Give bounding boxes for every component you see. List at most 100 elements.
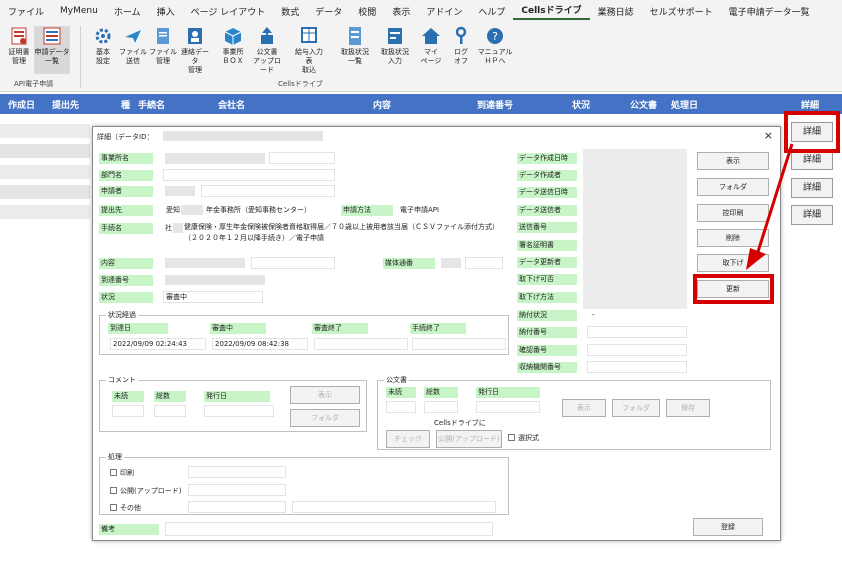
group-label-cells-drive: Cellsドライブ [278, 80, 323, 88]
comment-folder-button[interactable]: フォルダ [290, 409, 360, 427]
comment-show-button[interactable]: 表示 [290, 386, 360, 404]
menu-mymenu[interactable]: MyMenu [52, 6, 106, 16]
comment-group: コメント 未読 総数 発行日 表示 フォルダ [99, 375, 367, 432]
col-status[interactable]: 状況 [572, 98, 590, 111]
submit-to-value: 愛知 [163, 204, 181, 216]
handling-status-list-button[interactable]: 取扱状況 一覧 [340, 26, 370, 66]
col-arrival-no[interactable]: 到達番号 [477, 98, 513, 111]
col-official-doc[interactable]: 公文書 [630, 98, 657, 111]
group-label-api: API電子申請 [14, 80, 54, 88]
menu-bar: ファイル MyMenu ホーム 挿入 ページ レイアウト 数式 データ 校閲 表… [0, 0, 842, 22]
publish-field[interactable] [188, 484, 286, 496]
official-show-button[interactable]: 表示 [562, 399, 606, 417]
basic-settings-button[interactable]: 基本 設定 [88, 26, 118, 66]
menu-addins[interactable]: アドイン [418, 5, 470, 18]
checkbox-icon [110, 487, 117, 494]
menu-cells-drive[interactable]: Cellsドライブ [513, 3, 590, 20]
label-payment-status: 納付状況 [517, 310, 577, 321]
print-field[interactable] [188, 466, 286, 478]
official-save-button[interactable]: 保存 [666, 399, 710, 417]
review-date-value: 2022/09/09 08:42:38 [212, 338, 308, 350]
menu-e-application-list[interactable]: 電子申請データ一覧 [721, 5, 818, 18]
certificate-icon [9, 26, 29, 46]
office-extra-field[interactable] [269, 152, 335, 164]
file-manage-button[interactable]: ファイル 管理 [148, 26, 178, 66]
menu-work-diary[interactable]: 業務日誌 [590, 5, 642, 18]
official-issued-field[interactable] [476, 401, 540, 413]
comment-total-field[interactable] [154, 405, 186, 417]
status-value: 審査中 [163, 291, 263, 303]
logoff-button[interactable]: ログ オフ [446, 26, 476, 66]
manual-hp-button[interactable]: ? マニュアル ＨＰへ [476, 26, 514, 66]
table-row [0, 165, 90, 179]
col-created-date[interactable]: 作成日 [8, 98, 35, 111]
menu-help[interactable]: ヘルプ [470, 5, 513, 18]
file-send-button[interactable]: ファイル 送信 [118, 26, 148, 66]
check-button[interactable]: チェック [386, 430, 430, 448]
publish-upload-button[interactable]: 公開(アップロード) [436, 430, 502, 448]
gear-icon [93, 26, 113, 46]
col-detail[interactable]: 詳細 [801, 98, 819, 111]
menu-cells-support[interactable]: セルズサポート [642, 5, 721, 18]
label-submit-to: 提出先 [99, 205, 153, 216]
official-total-field[interactable] [424, 401, 458, 413]
col-kind[interactable]: 種 [121, 98, 130, 111]
select-checkbox[interactable]: 選択式 [508, 433, 539, 443]
note-field[interactable] [165, 522, 493, 536]
other-field-1[interactable] [188, 501, 286, 513]
review-end-value [314, 338, 408, 350]
menu-home[interactable]: ホーム [106, 5, 149, 18]
col-submit-to[interactable]: 提出先 [52, 98, 79, 111]
menu-insert[interactable]: 挿入 [149, 5, 183, 18]
official-folder-button[interactable]: フォルダ [612, 399, 660, 417]
label-comment-issued: 発行日 [204, 391, 270, 402]
other-field-2[interactable] [292, 501, 496, 513]
col-procedure[interactable]: 手続名 [138, 98, 165, 111]
menu-file[interactable]: ファイル [0, 5, 52, 18]
menu-view[interactable]: 表示 [384, 5, 418, 18]
print-checkbox[interactable]: 印刷 [110, 468, 134, 478]
label-applicant: 申請者 [99, 186, 153, 197]
certificate-manage-button[interactable]: 証明書 管理 [4, 26, 34, 66]
col-process-date[interactable]: 処理日 [671, 98, 698, 111]
application-data-list-button[interactable]: 申請データ 一覧 [34, 26, 70, 74]
checkbox-icon [110, 504, 117, 511]
arrow-icon [746, 143, 794, 270]
media-field[interactable] [465, 257, 503, 269]
dialog-title: 詳細（データID： [97, 133, 154, 141]
cells-drive-label: Cellsドライブに [434, 419, 486, 427]
menu-page-layout[interactable]: ページ レイアウト [183, 5, 274, 18]
data-id-value [163, 131, 323, 141]
confirm-no-field[interactable] [587, 344, 687, 356]
label-official-unread: 未読 [386, 387, 416, 398]
label-status: 状況 [99, 292, 153, 303]
comment-unread-field[interactable] [112, 405, 144, 417]
my-page-button[interactable]: マイ ページ [416, 26, 446, 66]
menu-data[interactable]: データ [307, 5, 350, 18]
applicant-field[interactable] [201, 185, 335, 197]
dept-field[interactable] [163, 169, 335, 181]
official-unread-field[interactable] [386, 401, 416, 413]
salary-table-import-button[interactable]: 給与入力表 取込 [294, 26, 324, 75]
content-field[interactable] [251, 257, 335, 269]
other-checkbox[interactable]: その他 [110, 503, 141, 513]
key-icon [451, 26, 471, 46]
label-org-no: 収納機関番号 [517, 362, 577, 373]
label-review-end: 審査終了 [312, 323, 368, 334]
menu-review[interactable]: 校閲 [350, 5, 384, 18]
register-button[interactable]: 登録 [693, 518, 763, 536]
label-comment-unread: 未読 [112, 391, 144, 402]
menu-formulas[interactable]: 数式 [273, 5, 307, 18]
handling-status-input-button[interactable]: 取扱状況 入力 [380, 26, 410, 66]
office-box-button[interactable]: 事業所 ＢＯＸ [218, 26, 248, 66]
contact-data-manage-button[interactable]: 連絡データ 管理 [180, 26, 210, 75]
payment-no-field[interactable] [587, 326, 687, 338]
org-no-field[interactable] [587, 361, 687, 373]
status-list-icon [345, 26, 365, 46]
progress-group: 状況経過 到達日 審査中 審査終了 手続終了 2022/09/09 02:24:… [99, 310, 509, 355]
col-content[interactable]: 内容 [373, 98, 391, 111]
publish-checkbox[interactable]: 公開(アップロード) [110, 486, 181, 496]
col-company[interactable]: 会社名 [218, 98, 245, 111]
comment-issued-field[interactable] [204, 405, 274, 417]
official-doc-upload-button[interactable]: 公文書 アップロード [252, 26, 282, 75]
